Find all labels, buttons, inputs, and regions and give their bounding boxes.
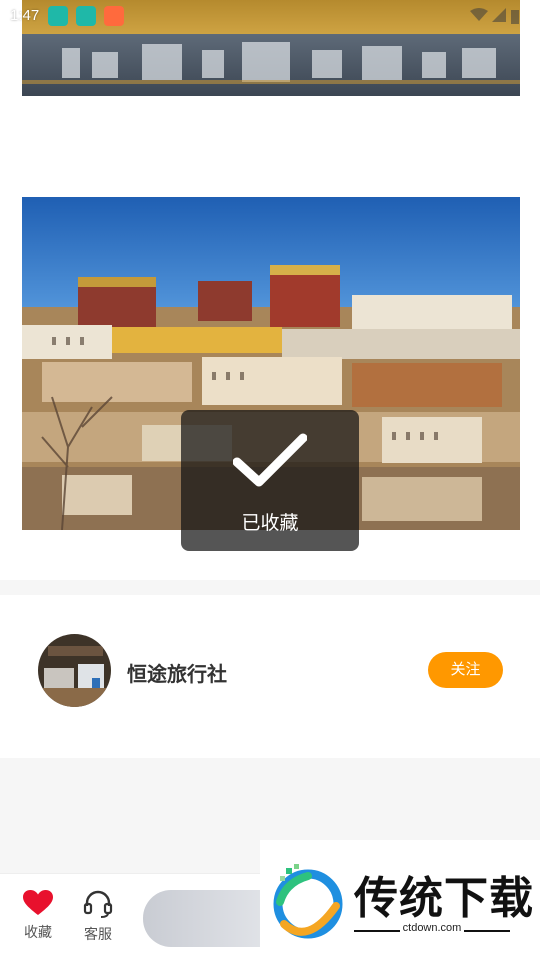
watermark-url: ctdown.com xyxy=(402,922,462,934)
battery-icon xyxy=(511,10,519,24)
customer-service-button[interactable]: 客服 xyxy=(76,890,120,944)
site-watermark: 传统下载 ctdown.com xyxy=(260,840,540,960)
wifi-icon xyxy=(470,8,488,21)
headset-icon xyxy=(83,890,113,918)
agency-name[interactable]: 恒途旅行社 xyxy=(127,658,227,687)
status-indicators xyxy=(470,8,520,24)
watermark-title: 传统下载 xyxy=(354,873,534,924)
favorite-toast: 已收藏 xyxy=(181,410,359,551)
status-bar: 1:47 xyxy=(0,0,540,32)
section-divider xyxy=(0,580,540,595)
customer-service-label: 客服 xyxy=(84,927,112,943)
heart-icon xyxy=(23,890,53,915)
follow-button[interactable]: 关注 xyxy=(428,652,503,688)
favorite-label: 收藏 xyxy=(24,925,52,941)
notification-app-icon xyxy=(76,6,96,26)
checkmark-icon xyxy=(233,433,307,487)
notification-app-icon xyxy=(48,6,68,26)
favorite-button[interactable]: 收藏 xyxy=(16,890,60,942)
watermark-logo xyxy=(273,864,343,939)
toast-message: 已收藏 xyxy=(241,512,299,534)
status-time: 1:47 xyxy=(10,7,40,24)
signal-icon xyxy=(492,8,506,22)
watermark-divider xyxy=(464,930,510,932)
notification-app-icon xyxy=(104,6,124,26)
agency-avatar[interactable] xyxy=(38,634,111,707)
